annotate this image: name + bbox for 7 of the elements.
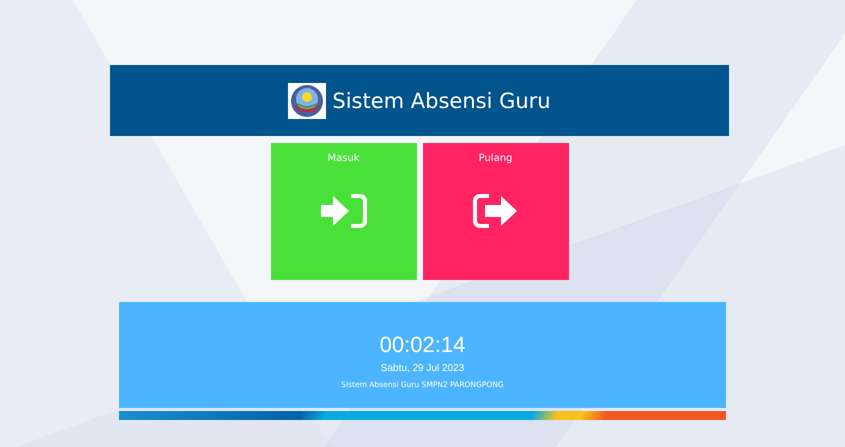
- logout-icon: [472, 194, 518, 228]
- app-title: Sistem Absensi Guru: [332, 88, 551, 112]
- login-icon: [320, 194, 366, 228]
- clock-date: Sabtu, 29 Jul 2023: [380, 362, 464, 374]
- clock-time: 00:02:14: [380, 332, 466, 358]
- check-out-button[interactable]: Pulang: [422, 143, 568, 280]
- logo-icon: [288, 82, 326, 118]
